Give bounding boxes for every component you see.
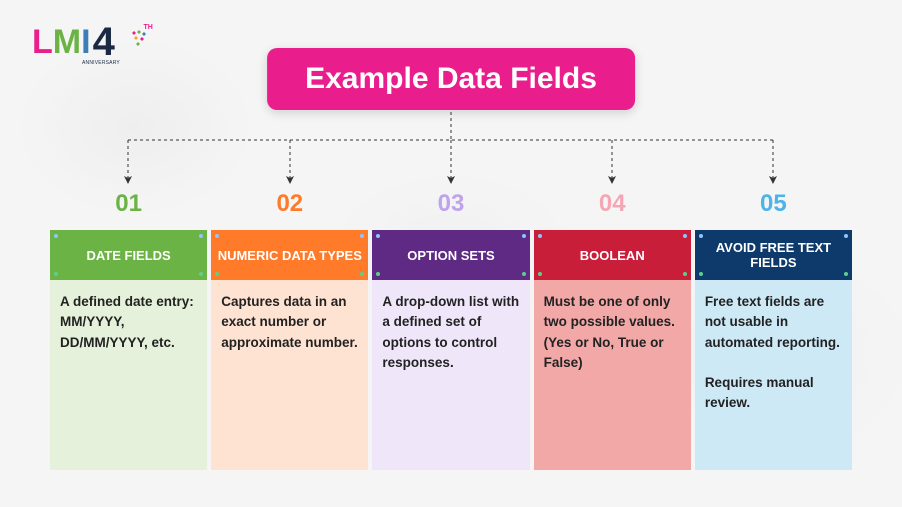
card-body: A drop-down list with a defined set of o…	[372, 280, 529, 470]
corner-dot-icon	[844, 272, 848, 276]
corner-dot-icon	[199, 234, 203, 238]
corner-dot-icon	[199, 272, 203, 276]
corner-dot-icon	[683, 272, 687, 276]
card-body: Must be one of only two possible values.…	[534, 280, 691, 470]
card-number: 02	[276, 190, 303, 218]
card-boolean: 04 BOOLEAN Must be one of only two possi…	[534, 230, 691, 470]
card-header-text: BOOLEAN	[580, 248, 645, 263]
corner-dot-icon	[522, 234, 526, 238]
cards-row: 01 DATE FIELDS A defined date entry: MM/…	[50, 230, 852, 470]
corner-dot-icon	[54, 272, 58, 276]
card-header-text: AVOID FREE TEXT FIELDS	[701, 240, 846, 270]
logo-digit-4: 4	[93, 20, 115, 64]
card-header-text: DATE FIELDS	[86, 248, 170, 263]
logo-letter-l: L	[32, 23, 53, 62]
corner-dot-icon	[683, 234, 687, 238]
logo-th: TH	[143, 24, 152, 31]
corner-dot-icon	[360, 234, 364, 238]
page-title: Example Data Fields	[267, 48, 635, 110]
corner-dot-icon	[844, 234, 848, 238]
logo: L M I 40 TH ANNIVERSARY	[32, 22, 143, 62]
logo-40: 40 TH	[93, 22, 143, 62]
corner-dot-icon	[215, 234, 219, 238]
card-avoid-free-text: 05 AVOID FREE TEXT FIELDS Free text fiel…	[695, 230, 852, 470]
card-number: 04	[599, 190, 626, 218]
card-header: NUMERIC DATA TYPES	[211, 230, 368, 280]
card-date-fields: 01 DATE FIELDS A defined date entry: MM/…	[50, 230, 207, 470]
card-header: DATE FIELDS	[50, 230, 207, 280]
corner-dot-icon	[699, 234, 703, 238]
card-header-text: OPTION SETS	[407, 248, 494, 263]
corner-dot-icon	[54, 234, 58, 238]
card-header: AVOID FREE TEXT FIELDS	[695, 230, 852, 280]
card-header-text: NUMERIC DATA TYPES	[218, 248, 362, 263]
card-body: Captures data in an exact number or appr…	[211, 280, 368, 470]
card-option-sets: 03 OPTION SETS A drop-down list with a d…	[372, 230, 529, 470]
logo-dots-icon	[131, 30, 151, 50]
corner-dot-icon	[699, 272, 703, 276]
logo-lmi-text: L M I	[32, 23, 91, 62]
card-header: BOOLEAN	[534, 230, 691, 280]
card-number: 03	[438, 190, 465, 218]
corner-dot-icon	[215, 272, 219, 276]
corner-dot-icon	[376, 234, 380, 238]
card-number: 01	[115, 190, 142, 218]
corner-dot-icon	[522, 272, 526, 276]
corner-dot-icon	[538, 234, 542, 238]
card-body: A defined date entry: MM/YYYY, DD/MM/YYY…	[50, 280, 207, 470]
card-numeric-types: 02 NUMERIC DATA TYPES Captures data in a…	[211, 230, 368, 470]
logo-letter-m: M	[53, 23, 81, 62]
corner-dot-icon	[538, 272, 542, 276]
corner-dot-icon	[360, 272, 364, 276]
logo-anniversary: ANNIVERSARY	[82, 60, 120, 66]
card-body: Free text fields are not usable in autom…	[695, 280, 852, 470]
card-number: 05	[760, 190, 787, 218]
card-header: OPTION SETS	[372, 230, 529, 280]
page-title-text: Example Data Fields	[305, 62, 597, 95]
logo-letter-i: I	[81, 23, 90, 62]
corner-dot-icon	[376, 272, 380, 276]
